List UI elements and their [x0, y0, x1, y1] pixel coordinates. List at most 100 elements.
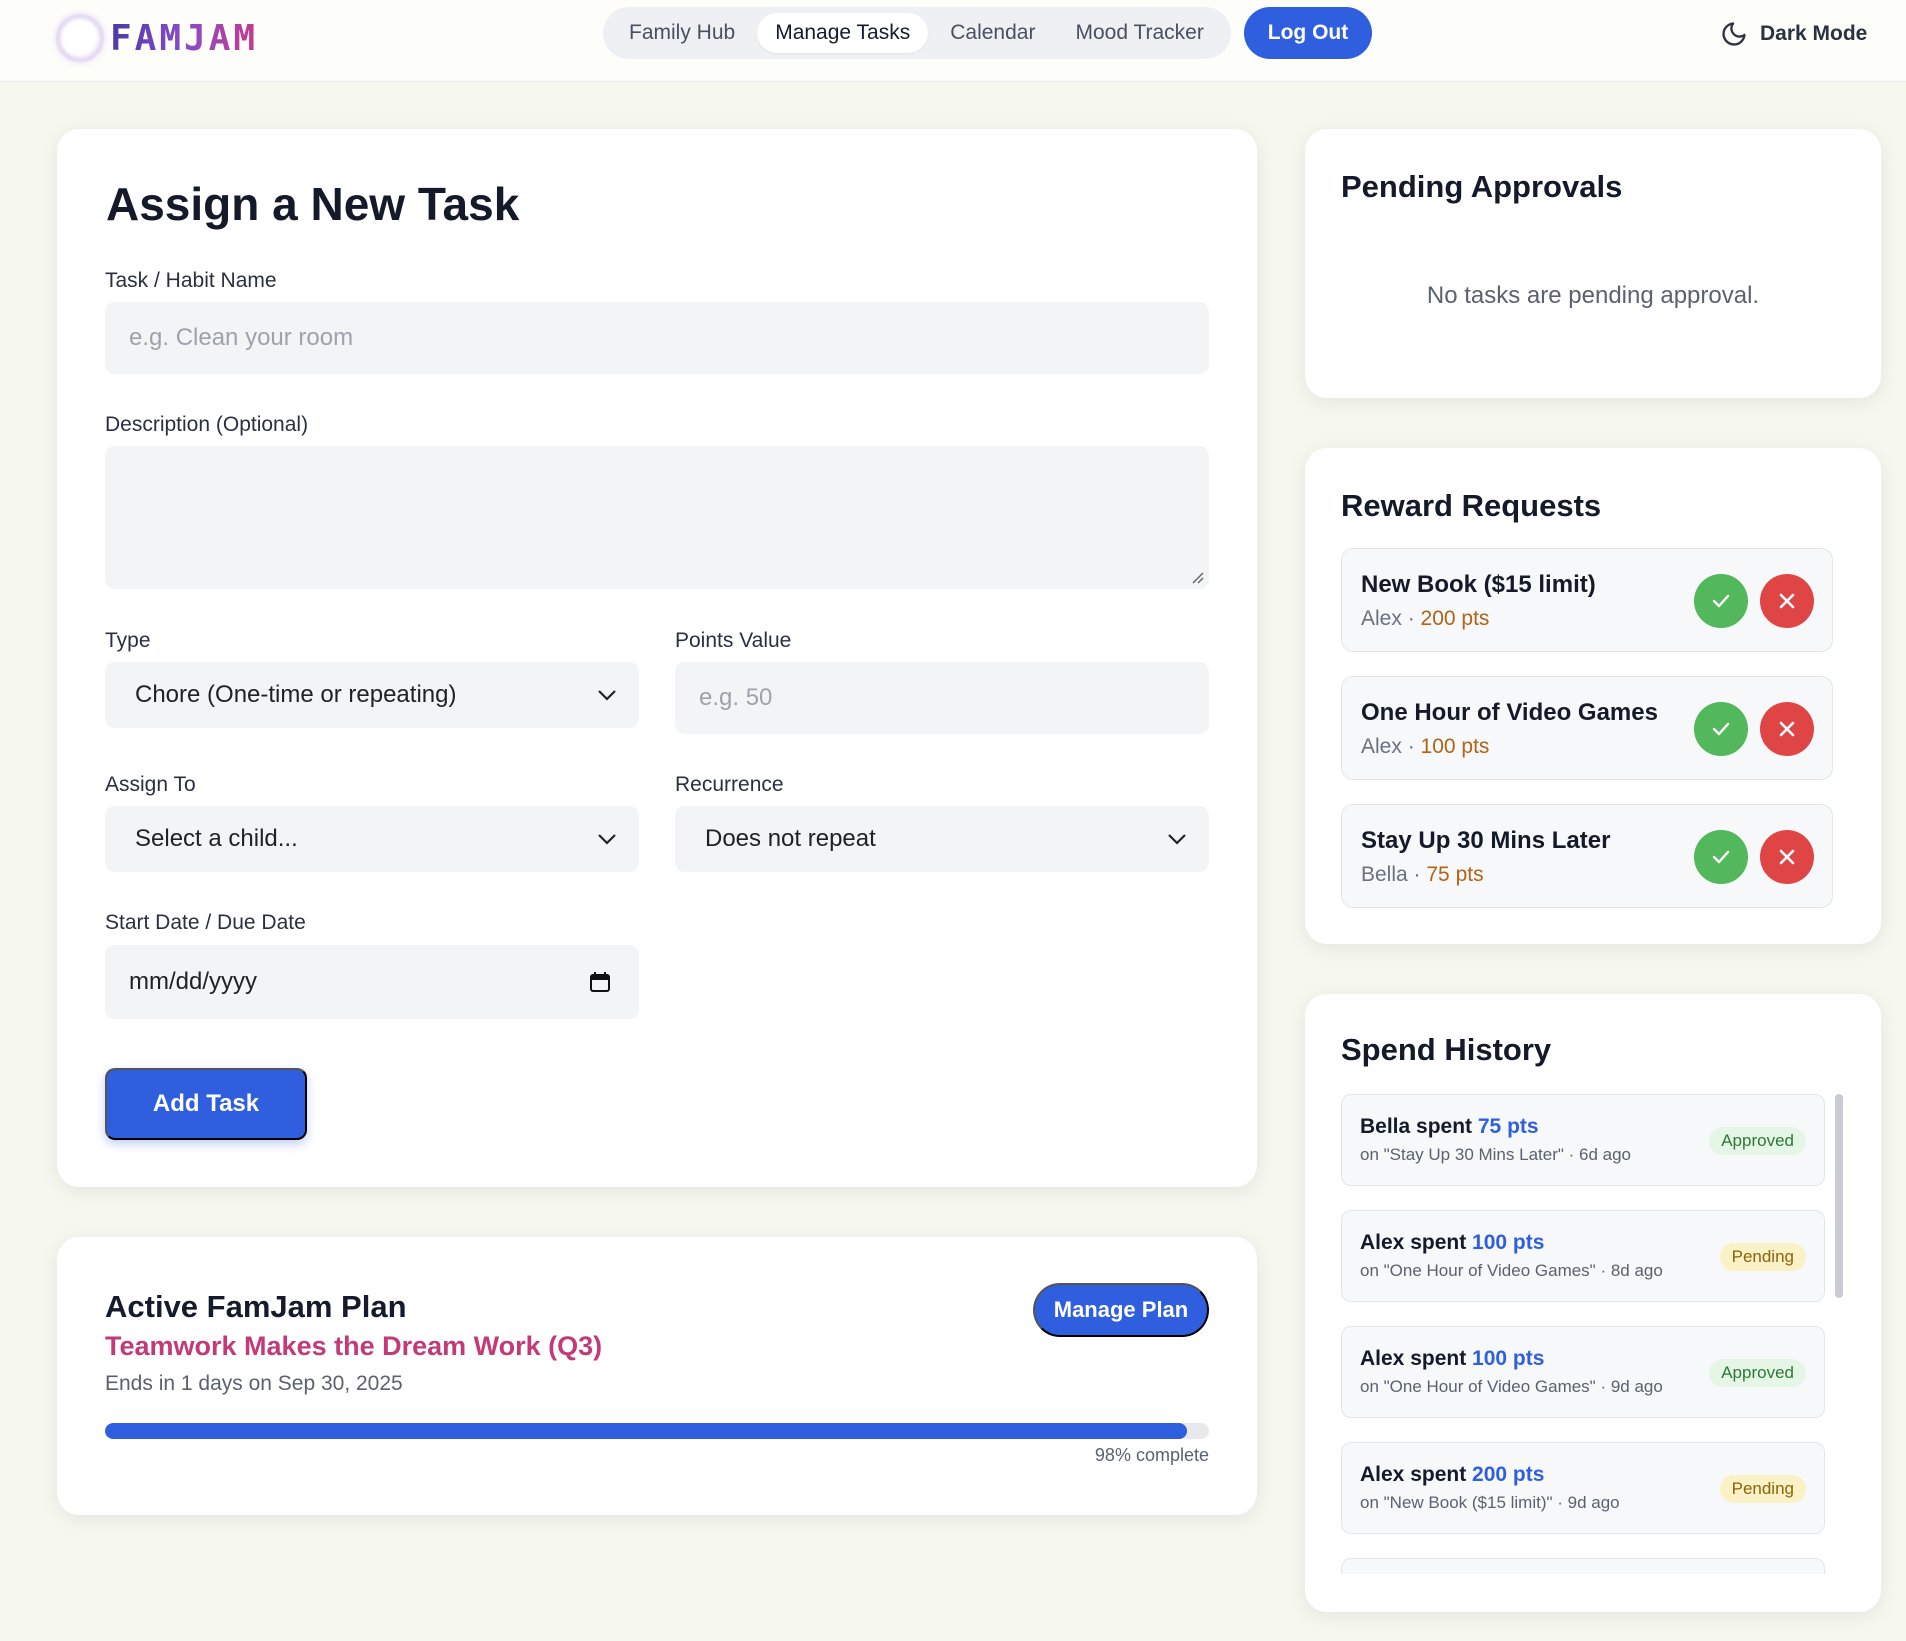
moon-icon: [1722, 22, 1746, 46]
spend-summary: Alex spent 100 pts: [1360, 1231, 1544, 1255]
logo-text: FAMJAM: [110, 17, 259, 59]
spend-points: 75 pts: [1477, 1115, 1539, 1138]
description-textarea[interactable]: [105, 446, 1209, 589]
spend-history-item: Alex spent 100 pts on "One Hour of Video…: [1341, 1326, 1825, 1418]
reward-name: One Hour of Video Games: [1361, 699, 1658, 726]
logout-button[interactable]: Log Out: [1244, 7, 1372, 59]
reward-meta: Alex · 200 pts: [1361, 607, 1489, 631]
assign-to-select[interactable]: Select a child...: [105, 806, 639, 872]
reward-request-item: New Book ($15 limit) Alex · 200 pts: [1341, 548, 1833, 652]
status-badge: Approved: [1709, 1359, 1806, 1387]
reward-child: Bella: [1361, 863, 1408, 886]
reward-points: 200 pts: [1420, 607, 1490, 630]
reward-requests-card: Reward Requests New Book ($15 limit) Ale…: [1305, 448, 1881, 944]
spend-points: 100 pts: [1472, 1347, 1545, 1370]
spend-history-title: Spend History: [1341, 1032, 1552, 1067]
deny-reward-button[interactable]: [1760, 574, 1814, 628]
pending-approvals-card: Pending Approvals No tasks are pending a…: [1305, 129, 1881, 398]
logo-ring-icon: [56, 14, 104, 62]
status-badge: Approved: [1709, 1127, 1806, 1155]
top-bar: FAMJAM Family Hub Manage Tasks Calendar …: [0, 0, 1906, 82]
spend-who: Alex spent: [1360, 1463, 1473, 1486]
reward-points: 75 pts: [1426, 863, 1484, 886]
dark-mode-toggle[interactable]: Dark Mode: [1720, 14, 1867, 54]
points-placeholder: e.g. 50: [699, 684, 773, 711]
reward-separator: ·: [1401, 607, 1421, 630]
dark-mode-label: Dark Mode: [1760, 22, 1868, 45]
spend-history-item: Bella spent 75 pts on "Stay Up 30 Mins L…: [1341, 1094, 1825, 1186]
spend-history-list[interactable]: Bella spent 75 pts on "Stay Up 30 Mins L…: [1341, 1094, 1861, 1574]
spend-who: Alex spent: [1360, 1347, 1473, 1370]
approve-reward-button[interactable]: [1694, 574, 1748, 628]
nav-tab-calendar[interactable]: Calendar: [932, 13, 1053, 53]
spend-history-item: Alex spent 100 pts on "One Hour of Video…: [1341, 1210, 1825, 1302]
pending-empty-message: No tasks are pending approval.: [1426, 282, 1760, 309]
active-plan-card: Active FamJam Plan Teamwork Makes the Dr…: [57, 1237, 1257, 1515]
plan-progress-label: 98% complete: [1094, 1445, 1209, 1465]
approve-reward-button[interactable]: [1694, 702, 1748, 756]
spend-who: Alex spent: [1360, 1231, 1473, 1254]
nav-tab-manage-tasks[interactable]: Manage Tasks: [757, 13, 929, 53]
spend-history-item-partial: [1341, 1558, 1825, 1574]
recurrence-value: Does not repeat: [705, 825, 876, 852]
manage-plan-button[interactable]: Manage Plan: [1033, 1283, 1209, 1337]
points-label: Points Value: [675, 629, 792, 652]
date-value: mm/dd/yyyy: [129, 968, 258, 995]
reward-requests-title: Reward Requests: [1341, 488, 1602, 523]
main-nav: Family Hub Manage Tasks Calendar Mood Tr…: [603, 7, 1231, 59]
logo[interactable]: FAMJAM: [56, 8, 258, 68]
close-icon: [1779, 593, 1795, 609]
reward-name: New Book ($15 limit): [1361, 571, 1596, 598]
reward-separator: ·: [1401, 735, 1421, 758]
nav-tab-family-hub[interactable]: Family Hub: [611, 13, 753, 53]
reward-meta: Alex · 100 pts: [1361, 735, 1489, 759]
recurrence-select[interactable]: Does not repeat: [675, 806, 1209, 872]
task-name-input[interactable]: e.g. Clean your room: [105, 302, 1209, 374]
task-name-label: Task / Habit Name: [105, 269, 277, 292]
close-icon: [1779, 721, 1795, 737]
assign-to-value: Select a child...: [135, 825, 298, 852]
scrollbar-thumb[interactable]: [1835, 1094, 1843, 1298]
check-icon: [1712, 594, 1730, 608]
reward-points: 100 pts: [1420, 735, 1490, 758]
chevron-down-icon: [598, 690, 616, 701]
description-label: Description (Optional): [105, 413, 309, 436]
resize-handle-icon[interactable]: [1189, 569, 1205, 585]
close-icon: [1779, 849, 1795, 865]
spend-summary: Alex spent 100 pts: [1360, 1347, 1544, 1371]
spend-history-scrollbar[interactable]: [1835, 1094, 1843, 1574]
add-task-button[interactable]: Add Task: [105, 1068, 307, 1140]
reward-child: Alex: [1361, 607, 1402, 630]
spend-history-item: Alex spent 200 pts on "New Book ($15 lim…: [1341, 1442, 1825, 1534]
points-input[interactable]: e.g. 50: [675, 662, 1209, 734]
type-value: Chore (One-time or repeating): [135, 681, 457, 708]
form-title: Assign a New Task: [106, 178, 520, 230]
deny-reward-button[interactable]: [1760, 702, 1814, 756]
check-icon: [1712, 850, 1730, 864]
nav-tab-mood-tracker[interactable]: Mood Tracker: [1057, 13, 1221, 53]
calendar-icon[interactable]: [589, 971, 611, 993]
deny-reward-button[interactable]: [1760, 830, 1814, 884]
status-badge: Pending: [1719, 1475, 1806, 1503]
type-select[interactable]: Chore (One-time or repeating): [105, 662, 639, 728]
spend-detail: on "New Book ($15 limit)" · 9d ago: [1360, 1493, 1620, 1512]
spend-detail: on "One Hour of Video Games" · 8d ago: [1360, 1261, 1663, 1280]
check-icon: [1712, 722, 1730, 736]
reward-child: Alex: [1361, 735, 1402, 758]
spend-who: Bella spent: [1360, 1115, 1478, 1138]
date-input[interactable]: mm/dd/yyyy: [105, 945, 639, 1019]
assign-to-label: Assign To: [105, 773, 196, 796]
spend-history-card: Spend History Bella spent 75 pts on "Sta…: [1305, 994, 1881, 1612]
spend-points: 100 pts: [1472, 1231, 1545, 1254]
chevron-down-icon: [1168, 834, 1186, 845]
spend-summary: Alex spent 200 pts: [1360, 1463, 1544, 1487]
spend-detail: on "One Hour of Video Games" · 9d ago: [1360, 1377, 1663, 1396]
reward-name: Stay Up 30 Mins Later: [1361, 827, 1611, 854]
assign-task-card: Assign a New Task Task / Habit Name e.g.…: [57, 129, 1257, 1187]
spend-summary: Bella spent 75 pts: [1360, 1115, 1539, 1139]
recurrence-label: Recurrence: [675, 773, 784, 796]
approve-reward-button[interactable]: [1694, 830, 1748, 884]
reward-separator: ·: [1407, 863, 1427, 886]
chevron-down-icon: [598, 834, 616, 845]
plan-title: Active FamJam Plan: [105, 1289, 407, 1324]
